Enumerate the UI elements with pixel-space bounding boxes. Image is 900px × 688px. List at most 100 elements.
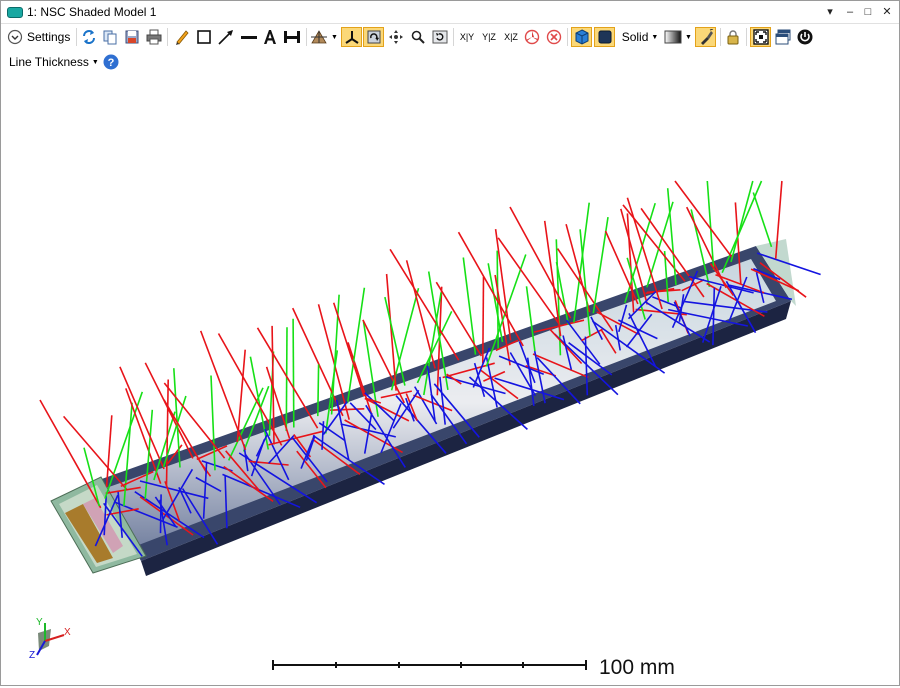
ray-segment xyxy=(666,188,677,286)
ray-segment xyxy=(159,494,162,534)
yz-view-button[interactable]: Y|Z xyxy=(479,27,499,47)
window-menu-button[interactable]: ▾ xyxy=(821,4,839,20)
separator xyxy=(453,28,454,46)
settings-button[interactable]: Settings xyxy=(7,27,75,47)
copy-icon xyxy=(103,30,117,45)
arrow-tool-button[interactable] xyxy=(216,27,236,47)
ray-segment xyxy=(509,206,572,319)
window-layout-icon xyxy=(775,29,791,45)
rectangle-icon xyxy=(197,30,211,44)
maximize-button[interactable]: □ xyxy=(859,4,877,20)
line-tool-button[interactable] xyxy=(239,27,259,47)
help-button[interactable]: ? xyxy=(102,52,120,72)
power-icon xyxy=(797,29,813,45)
3d-viewport[interactable]: 100 mm Y X Z xyxy=(1,74,899,685)
ray-segment xyxy=(199,330,247,451)
title-bar: 1: NSC Shaded Model 1 ▾ – □ ✕ xyxy=(1,1,899,24)
text-icon xyxy=(264,30,276,44)
rotation-off-icon xyxy=(524,29,540,45)
chevron-down-icon: ▼ xyxy=(331,33,338,41)
separator xyxy=(167,28,168,46)
printer-icon xyxy=(146,29,162,45)
fit-view-button[interactable] xyxy=(750,27,771,47)
nsc-shaded-model-window: 1: NSC Shaded Model 1 ▾ – □ ✕ Settings ▼… xyxy=(0,0,900,686)
chevron-down-icon: ▼ xyxy=(685,33,692,41)
save-button[interactable] xyxy=(123,27,141,47)
view-orientation-icon xyxy=(311,30,328,44)
text-tool-button[interactable] xyxy=(261,27,279,47)
lock-button[interactable] xyxy=(724,27,742,47)
ray-segment xyxy=(119,366,165,470)
ray-segment xyxy=(462,257,477,355)
ray-segment xyxy=(674,180,734,259)
pencil-tool-button[interactable] xyxy=(173,27,191,47)
lock-icon xyxy=(727,30,739,45)
view-orientation-dropdown[interactable]: ▼ xyxy=(310,27,338,47)
ray-segment xyxy=(317,364,320,417)
render-mode-dropdown[interactable]: Solid ▼ xyxy=(619,27,661,47)
fit-view-icon xyxy=(752,29,769,45)
solid-box-button[interactable] xyxy=(594,27,615,47)
pan-icon xyxy=(389,30,403,44)
chevron-down-icon: ▼ xyxy=(651,33,659,41)
help-icon: ? xyxy=(103,54,119,70)
svg-text:?: ? xyxy=(108,57,115,69)
dimension-tool-button[interactable] xyxy=(282,27,302,47)
flashlight-icon xyxy=(700,29,713,45)
axes-icon xyxy=(344,31,359,44)
minimize-button[interactable]: – xyxy=(841,4,859,20)
separator xyxy=(746,28,747,46)
dimension-icon xyxy=(284,31,300,43)
shaded-model-scene[interactable]: 100 mm Y X Z xyxy=(1,74,899,685)
color-gradient-dropdown[interactable]: ▼ xyxy=(664,27,692,47)
rectangle-tool-button[interactable] xyxy=(195,27,213,47)
window-title: 1: NSC Shaded Model 1 xyxy=(27,5,157,19)
cancel-icon xyxy=(546,29,562,45)
ray-segment xyxy=(752,192,773,248)
ray-segment xyxy=(62,415,128,491)
clear-button[interactable] xyxy=(545,27,563,47)
render-mode-label: Solid xyxy=(621,30,649,44)
secondary-toolbar: Line Thickness ▼ ? xyxy=(1,51,899,73)
ray-segment xyxy=(285,327,288,432)
separator xyxy=(567,28,568,46)
separator xyxy=(76,28,77,46)
refresh-button[interactable] xyxy=(80,27,98,47)
ray-segment xyxy=(622,204,686,282)
lighting-button[interactable] xyxy=(695,27,716,47)
main-toolbar: Settings ▼ X|Y Y|Z X|Z Solid ▼ ▼ xyxy=(1,25,899,49)
zoom-button[interactable] xyxy=(409,27,427,47)
xz-view-button[interactable]: X|Z xyxy=(501,27,521,47)
pan-button[interactable] xyxy=(387,27,405,47)
xy-view-button[interactable]: X|Y xyxy=(457,27,477,47)
scale-bar-label: 100 mm xyxy=(599,656,675,679)
reset-view-button[interactable] xyxy=(431,27,449,47)
box-icon xyxy=(598,30,611,44)
magnifier-icon xyxy=(411,30,425,44)
separator xyxy=(306,28,307,46)
rotation-off-button[interactable] xyxy=(523,27,541,47)
triad-y-label: Y xyxy=(36,617,43,628)
copy-button[interactable] xyxy=(101,27,119,47)
scale-bar: 100 mm xyxy=(272,656,675,679)
print-button[interactable] xyxy=(145,27,163,47)
line-thickness-label: Line Thickness xyxy=(9,55,89,69)
axis-triad: Y X Z xyxy=(29,617,71,661)
chevron-down-icon: ▼ xyxy=(91,58,99,66)
shaded-cube-button[interactable] xyxy=(571,27,592,47)
power-button[interactable] xyxy=(796,27,814,47)
close-button[interactable]: ✕ xyxy=(878,4,896,20)
axes-view-button[interactable] xyxy=(341,27,362,47)
ray-segment xyxy=(604,230,639,305)
separator xyxy=(720,28,721,46)
settings-label: Settings xyxy=(27,30,71,44)
window-layout-button[interactable] xyxy=(774,27,792,47)
line-thickness-dropdown[interactable]: Line Thickness ▼ xyxy=(9,52,99,72)
chevron-down-circle-icon xyxy=(7,29,23,45)
ray-segment xyxy=(482,276,485,364)
rotate-view-button[interactable] xyxy=(363,27,384,47)
pencil-icon xyxy=(176,30,189,45)
refresh-icon xyxy=(83,30,95,44)
rotate-icon xyxy=(367,30,380,44)
reset-view-icon xyxy=(432,30,448,44)
